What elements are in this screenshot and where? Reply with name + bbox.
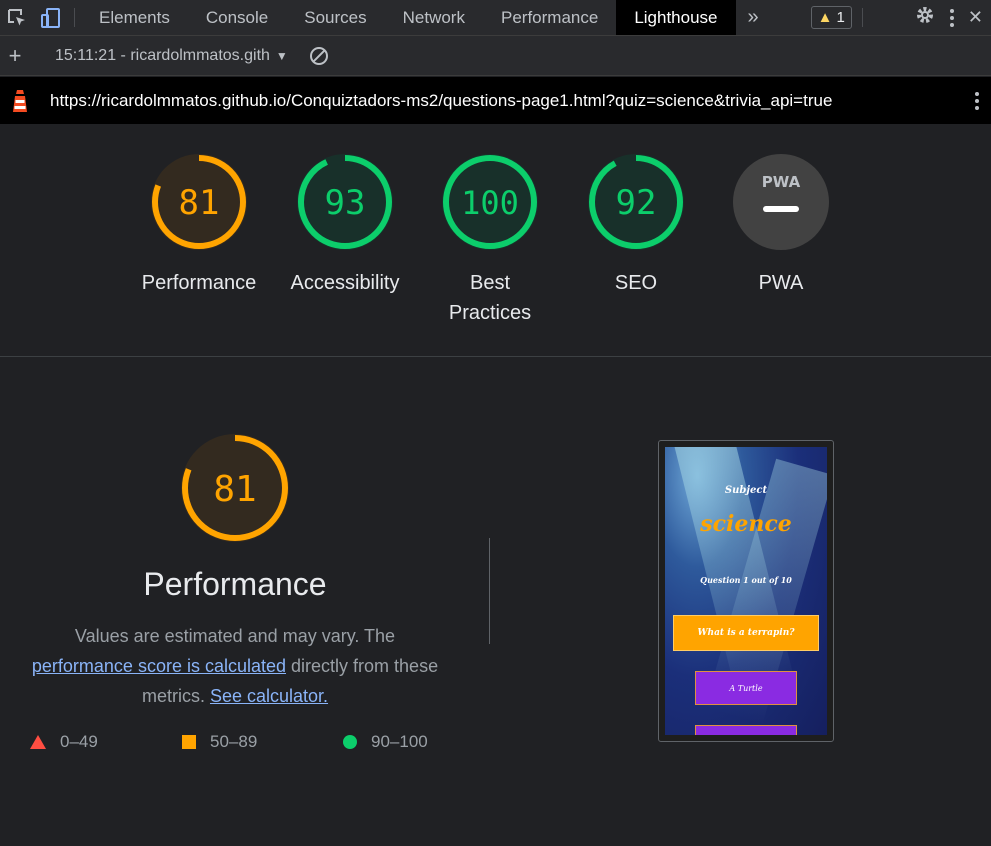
gauge-performance-score: 81 — [179, 183, 220, 223]
gauge-best-practices-label: Best Practices — [448, 272, 532, 324]
performance-gauge-ring: 81 — [181, 434, 289, 542]
tab-performance[interactable]: Performance — [483, 0, 616, 35]
screenshot-question-counter: Question 1 out of 10 — [700, 575, 792, 585]
gauge-pwa-label: PWA — [758, 272, 804, 294]
gauge-seo-ring: 92 — [588, 154, 684, 250]
legend-average-range: 50–89 — [210, 732, 258, 751]
screenshot-image: Subject science Question 1 out of 10 Wha… — [665, 447, 827, 735]
gauge-accessibility-ring: 93 — [297, 154, 393, 250]
tab-sources[interactable]: Sources — [286, 0, 384, 35]
score-legend: 0–49 50–89 90–100 — [30, 732, 470, 756]
pwa-badge-text: PWA — [762, 173, 801, 191]
legend-pass: 90–100 — [343, 732, 428, 752]
gauge-performance-ring: 81 — [151, 154, 247, 250]
kebab-menu-icon[interactable] — [971, 91, 991, 110]
gauge-pwa[interactable]: PWA PWA — [706, 152, 856, 298]
plus-icon[interactable]: + — [0, 43, 30, 69]
gauge-best-practices-score: 100 — [461, 184, 519, 222]
gauge-seo-label: SEO — [614, 272, 658, 294]
gauge-performance[interactable]: 81 Performance — [124, 152, 274, 298]
lighthouse-toolbar: + 15:11:21 - ricardolmmatos.gith ▼ — [0, 36, 991, 76]
settings-gear-icon[interactable] — [914, 4, 936, 31]
screenshot-answer-2 — [695, 725, 797, 735]
performance-score: 81 — [213, 469, 256, 510]
triangle-icon — [30, 735, 46, 749]
legend-fail-range: 0–49 — [60, 732, 98, 751]
screenshot-quiz-name: science — [700, 511, 792, 537]
inspect-element-icon[interactable] — [0, 0, 34, 35]
gauge-accessibility-label: Accessibility — [290, 272, 400, 294]
performance-desc-text-1: Values are estimated and may vary. The — [74, 626, 396, 646]
warning-counter-button[interactable]: ▲ 1 — [810, 6, 852, 29]
section-divider — [0, 356, 991, 357]
toolbar-separator — [74, 8, 75, 27]
chevron-double-right-icon[interactable]: » — [736, 0, 771, 35]
toolbar-separator — [861, 8, 863, 27]
screenshot-answer-1: A Turtle — [695, 671, 797, 705]
performance-summary: 81 Performance Values are estimated and … — [0, 432, 470, 711]
circle-icon — [343, 735, 357, 749]
screenshot-subject-label: Subject — [724, 485, 768, 496]
legend-fail: 0–49 — [30, 732, 98, 752]
block-icon[interactable] — [309, 46, 328, 65]
devtools-tab-bar: Elements Console Sources Network Perform… — [0, 0, 991, 36]
legend-average: 50–89 — [182, 732, 257, 752]
gauge-performance-label: Performance — [141, 272, 257, 294]
kebab-menu-icon[interactable] — [949, 8, 954, 27]
gauge-seo-score: 92 — [616, 183, 657, 223]
tab-lighthouse[interactable]: Lighthouse — [616, 0, 736, 35]
square-icon — [182, 735, 196, 749]
score-gauges: 81 Performance 93 Accessibility 100 Best… — [120, 152, 829, 342]
report-select[interactable]: 15:11:21 - ricardolmmatos.gith ▼ — [43, 47, 288, 65]
report-select-label: 15:11:21 - ricardolmmatos.gith — [55, 46, 270, 64]
score-calculated-link[interactable]: performance score is calculated — [32, 656, 286, 676]
device-toolbar-icon[interactable] — [34, 0, 68, 35]
see-calculator-link[interactable]: See calculator. — [210, 686, 328, 706]
pwa-badge-icon: PWA — [733, 154, 829, 250]
close-icon[interactable]: ✕ — [968, 7, 983, 28]
final-screenshot[interactable]: Subject science Question 1 out of 10 Wha… — [658, 440, 834, 742]
report-url-bar: https://ricardolmmatos.github.io/Conquiz… — [0, 77, 991, 124]
warning-count: 1 — [836, 9, 845, 26]
dropdown-arrow-icon: ▼ — [275, 48, 288, 63]
gauge-seo[interactable]: 92 SEO — [561, 152, 711, 298]
report-url: https://ricardolmmatos.github.io/Conquiz… — [50, 90, 833, 110]
vertical-divider — [489, 538, 490, 644]
legend-pass-range: 90–100 — [371, 732, 428, 751]
warning-icon: ▲ — [817, 9, 833, 26]
performance-description: Values are estimated and may vary. The p… — [22, 621, 448, 711]
gauge-best-practices-ring: 100 — [442, 154, 538, 250]
performance-title: Performance — [143, 566, 327, 602]
screenshot-question: What is a terrapin? — [673, 615, 819, 651]
gauge-accessibility-score: 93 — [325, 183, 366, 223]
gauge-accessibility[interactable]: 93 Accessibility — [270, 152, 420, 298]
tab-network[interactable]: Network — [385, 0, 483, 35]
tab-console[interactable]: Console — [188, 0, 286, 35]
gauge-best-practices[interactable]: 100 Best Practices — [415, 152, 565, 328]
lighthouse-icon — [0, 88, 40, 114]
tab-elements[interactable]: Elements — [81, 0, 188, 35]
